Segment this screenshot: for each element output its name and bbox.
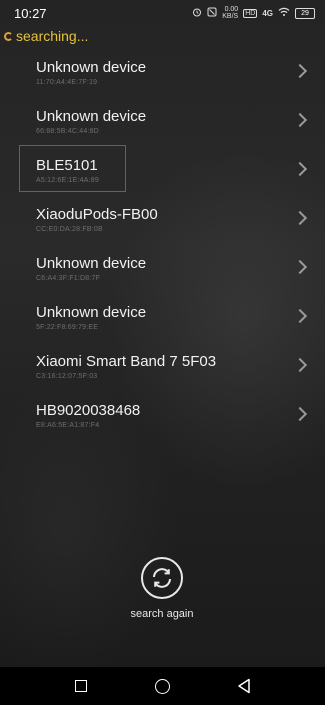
refresh-icon	[141, 557, 183, 599]
speed-unit: KB/S	[222, 13, 239, 20]
device-name: HB9020038468	[36, 402, 141, 419]
device-mac-address: 11:70:A4:4E:7F:19	[36, 79, 98, 86]
hd-badge: HD	[243, 8, 258, 18]
search-again-label: search again	[130, 608, 194, 620]
device-mac-address: 5F:22:F8:69:79:EE	[36, 324, 99, 331]
status-bar: 10:27 0.00 KB/S HD 4G 29	[0, 0, 325, 26]
device-mac-address: 66:88:5B:4C:44:8D	[36, 128, 99, 135]
device-list-item[interactable]: Unknown device 5F:22:F8:69:79:EE	[0, 292, 325, 341]
device-mac-address: E8:A6:5E:A1:87:F4	[36, 422, 100, 429]
network-type: 4G	[262, 8, 273, 18]
square-icon	[74, 680, 87, 692]
speed-value: 0.00	[224, 6, 239, 13]
device-name: Unknown device	[36, 59, 147, 76]
status-icons: 0.00 KB/S HD 4G 29	[192, 6, 315, 20]
device-list-item[interactable]: Unknown device C6:A4:3F:F1:D8:7F	[0, 243, 325, 292]
alarm-icon	[192, 7, 202, 19]
back-button[interactable]	[232, 674, 256, 698]
device-list-item[interactable]: Xiaomi Smart Band 7 5F03 C3:16:12:07:5F:…	[0, 341, 325, 390]
device-list-item[interactable]: Unknown device 66:88:5B:4C:44:8D	[0, 96, 325, 145]
chevron-right-icon	[292, 210, 308, 226]
device-name: Unknown device	[36, 255, 147, 272]
circle-icon	[154, 678, 170, 694]
selection-highlight	[19, 145, 126, 192]
chevron-right-icon	[292, 112, 308, 128]
device-name: XiaoduPods-FB00	[36, 206, 158, 223]
device-list-item[interactable]: XiaoduPods-FB00 CC:E0:DA:28:FB:0B	[0, 194, 325, 243]
battery-icon: 29	[295, 7, 315, 19]
wifi-icon	[278, 7, 290, 19]
searching-status-text: searching...	[16, 28, 89, 44]
device-name: Xiaomi Smart Band 7 5F03	[36, 353, 217, 370]
chevron-right-icon	[292, 406, 308, 422]
mute-icon	[207, 7, 217, 19]
device-list: Unknown device 11:70:A4:4E:7F:19 Unknown…	[0, 47, 325, 439]
device-list-item[interactable]: HB9020038468 E8:A6:5E:A1:87:F4	[0, 390, 325, 439]
back-triangle-icon	[238, 678, 250, 694]
status-time: 10:27	[14, 5, 47, 21]
chevron-right-icon	[292, 357, 308, 373]
device-name: Unknown device	[36, 108, 147, 125]
chevron-right-icon	[292, 259, 308, 275]
search-again-button[interactable]: search again	[126, 557, 198, 620]
home-button[interactable]	[150, 674, 174, 698]
network-speed: 0.00 KB/S	[222, 6, 238, 20]
chevron-right-icon	[292, 308, 308, 324]
searching-indicator: searching...	[4, 28, 88, 44]
device-list-item[interactable]: Unknown device 11:70:A4:4E:7F:19	[0, 47, 325, 96]
chevron-right-icon	[292, 161, 308, 177]
device-mac-address: C6:A4:3F:F1:D8:7F	[36, 275, 101, 282]
chevron-right-icon	[292, 63, 308, 79]
device-mac-address: C3:16:12:07:5F:03	[36, 373, 98, 380]
loading-spinner-icon	[4, 31, 13, 41]
recent-apps-button[interactable]	[69, 674, 93, 698]
navigation-bar	[0, 667, 325, 705]
device-mac-address: CC:E0:DA:28:FB:0B	[36, 226, 103, 233]
device-name: Unknown device	[36, 304, 147, 321]
